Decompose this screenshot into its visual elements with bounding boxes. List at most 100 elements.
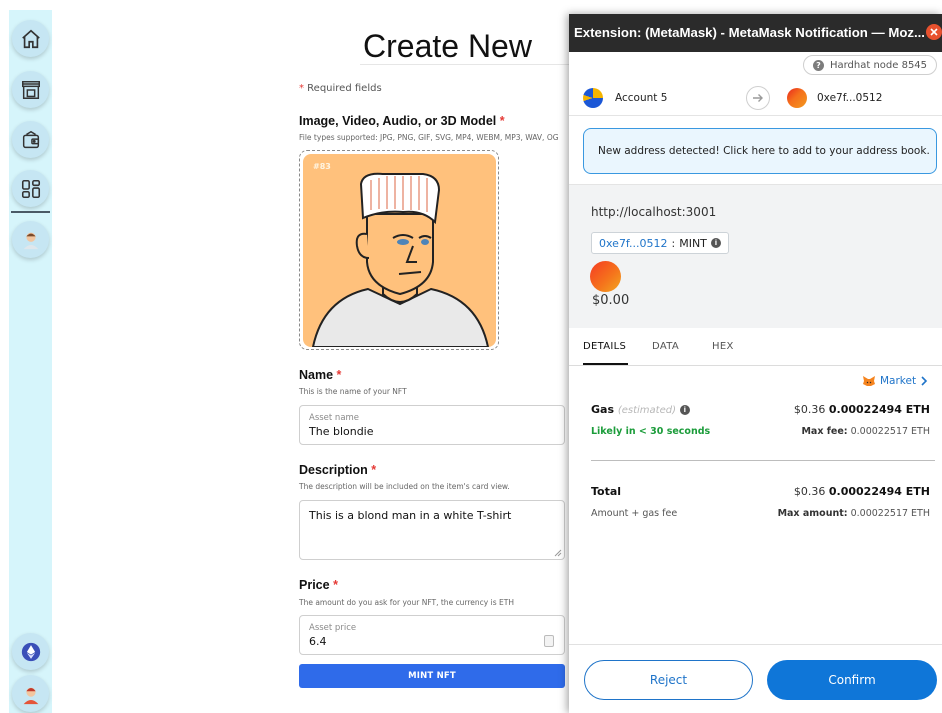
sidebar-profile-button[interactable] (12, 221, 49, 258)
transaction-amount: $0.00 (592, 293, 630, 308)
nft-character-illustration (311, 172, 490, 347)
origin-url: http://localhost:3001 (591, 205, 717, 219)
transfer-arrow (746, 86, 770, 110)
ethereum-icon (21, 642, 40, 661)
total-label: Total (591, 485, 622, 498)
sidebar-network-button[interactable] (12, 633, 49, 670)
total-value: $0.36 0.00022494 ETH (794, 485, 930, 498)
network-question-icon: ? (812, 59, 824, 71)
transaction-origin-panel: http://localhost:3001 0xe7f...0512 : MIN… (569, 184, 942, 328)
media-label: Image, Video, Audio, or 3D Model * (299, 114, 505, 128)
mint-nft-button[interactable]: MINT NFT (299, 664, 565, 688)
token-icon (590, 261, 621, 292)
to-account[interactable]: 0xe7f...0512 (787, 88, 882, 108)
confirm-button[interactable]: Confirm (767, 660, 937, 700)
profile-avatar-icon (23, 232, 38, 249)
required-star: * (336, 368, 342, 382)
chevron-right-icon (921, 376, 928, 386)
gas-fiat: $0.36 (793, 403, 826, 416)
window-titlebar[interactable]: Extension: (MetaMask) - MetaMask Notific… (569, 14, 942, 52)
max-amount-value: 0.00022517 ETH (850, 508, 930, 519)
asset-price-input[interactable]: Asset price 6.4 (299, 615, 565, 655)
market-link[interactable]: Market (862, 375, 928, 387)
max-fee-label: Max fee: (801, 426, 848, 437)
asset-name-value: The blondie (309, 425, 374, 438)
description-label-text: Description (299, 463, 368, 477)
required-fields-note: * Required fields (299, 83, 382, 94)
network-selector[interactable]: ? Hardhat node 8545 (803, 55, 937, 75)
page-title: Create New (363, 28, 532, 64)
asset-name-placeholder: Asset name (309, 413, 360, 423)
required-star: * (333, 578, 338, 592)
method-name: MINT (679, 236, 707, 250)
close-icon (930, 28, 938, 36)
to-account-avatar (787, 88, 807, 108)
info-icon: i (710, 238, 721, 248)
media-label-text: Image, Video, Audio, or 3D Model (299, 114, 497, 128)
from-account[interactable]: Account 5 (583, 88, 667, 108)
method-address: 0xe7f...0512 (599, 236, 668, 250)
nft-preview-image: #83 (303, 154, 496, 347)
sidebar-wallet-button[interactable] (12, 121, 49, 158)
user-avatar-icon (23, 687, 38, 704)
from-account-avatar (583, 88, 603, 108)
title-divider (360, 64, 570, 65)
description-label: Description * (299, 463, 376, 477)
gas-value: $0.36 0.00022494 ETH (794, 403, 930, 416)
gas-estimated-text: (estimated) (617, 405, 676, 416)
market-label: Market (880, 375, 917, 387)
asset-name-input[interactable]: Asset name The blondie (299, 405, 565, 445)
price-label-text: Price (299, 578, 330, 592)
reject-button[interactable]: Reject (584, 660, 753, 700)
price-stepper[interactable] (544, 635, 554, 647)
description-value: This is a blond man in a white T-shirt (309, 509, 512, 522)
max-fee: Max fee: 0.00022517 ETH (801, 426, 930, 437)
metamask-fox-icon (863, 376, 875, 386)
method-chip[interactable]: 0xe7f...0512 : MINT i (591, 232, 729, 254)
sidebar-divider (11, 211, 50, 213)
required-star: * (371, 463, 377, 477)
resize-handle-icon[interactable] (554, 549, 562, 557)
max-amount-label: Max amount: (777, 508, 848, 519)
wallet-icon (22, 130, 39, 148)
asset-price-placeholder: Asset price (309, 623, 357, 633)
to-account-address: 0xe7f...0512 (817, 92, 883, 104)
sidebar-user-button[interactable] (12, 675, 49, 712)
max-fee-value: 0.00022517 ETH (850, 426, 930, 437)
gas-info-icon[interactable]: i (679, 405, 690, 415)
window-title: Extension: (MetaMask) - MetaMask Notific… (574, 25, 925, 40)
max-amount: Max amount: 0.00022517 ETH (778, 508, 930, 519)
window-close-button[interactable] (926, 24, 942, 40)
tab-data[interactable]: DATA (652, 341, 679, 352)
price-subtitle: The amount do you ask for your NFT, the … (299, 598, 514, 607)
description-subtitle: The description will be included on the … (299, 482, 510, 491)
description-textarea[interactable]: This is a blond man in a white T-shirt (299, 500, 565, 560)
active-tab-indicator (583, 363, 628, 365)
name-subtitle: This is the name of your NFT (299, 387, 407, 396)
media-drop-zone[interactable]: #83 (299, 150, 499, 350)
new-address-banner[interactable]: New address detected! Click here to add … (583, 128, 937, 174)
gas-likely-time: Likely in < 30 seconds (591, 426, 711, 437)
home-icon (21, 29, 40, 48)
tab-hex[interactable]: HEX (712, 341, 734, 352)
total-subtitle: Amount + gas fee (591, 508, 678, 519)
gas-label: Gas (estimated) i (591, 403, 690, 416)
total-eth: 0.00022494 ETH (828, 485, 930, 498)
name-label: Name * (299, 368, 341, 382)
account-transfer-row: Account 5 0xe7f...0512 (569, 80, 942, 116)
media-subtitle: File types supported: JPG, PNG, GIF, SVG… (299, 133, 559, 142)
network-name: Hardhat node 8545 (829, 59, 928, 71)
details-divider (591, 460, 935, 461)
sidebar-dashboard-button[interactable] (12, 170, 49, 207)
required-star: * (499, 114, 505, 128)
metamask-notification-window: Extension: (MetaMask) - MetaMask Notific… (569, 14, 942, 713)
price-label: Price * (299, 578, 338, 592)
action-footer: Reject Confirm (569, 644, 942, 713)
sidebar-marketplace-button[interactable] (12, 71, 49, 108)
required-note-text: Required fields (304, 83, 382, 94)
tab-details[interactable]: DETAILS (583, 341, 626, 352)
storefront-icon (21, 80, 40, 99)
dashboard-grid-icon (21, 179, 40, 198)
sidebar-home-button[interactable] (12, 20, 49, 57)
gas-label-text: Gas (591, 403, 614, 416)
